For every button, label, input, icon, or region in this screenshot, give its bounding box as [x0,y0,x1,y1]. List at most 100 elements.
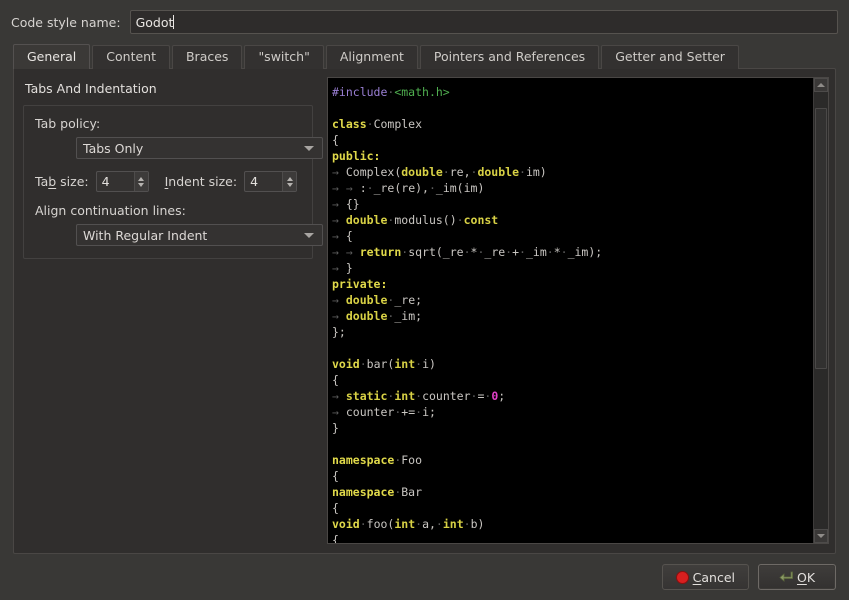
code-style-name-input[interactable]: Godot [130,10,838,34]
indent-size-spinbox[interactable]: 4 [244,171,297,192]
code-token: { [332,133,339,147]
code-token: _re(re), [374,181,429,195]
code-preview: #include·<math.h> class·Complex{public:→… [327,77,829,544]
scroll-up-button[interactable] [814,78,828,92]
ok-button[interactable]: OK [758,564,836,590]
scroll-down-button[interactable] [814,529,828,543]
code-token: + [512,245,519,259]
code-token: i) [422,357,436,371]
tab-size-spinbox[interactable]: 4 [96,171,149,192]
code-token: · [464,245,471,259]
code-token: bar( [367,357,395,371]
triangle-up-icon [817,83,825,87]
tab-getter-and-setter[interactable]: Getter and Setter [601,45,739,69]
code-token: } [332,421,339,435]
tab-alignment[interactable]: Alignment [326,45,418,69]
code-token: } [346,261,353,275]
code-token: return [360,245,402,259]
tab-label: "switch" [258,51,309,64]
tab-content[interactable]: Content [92,45,170,69]
code-line: #include·<math.h> [332,84,813,100]
code-token: { [332,533,339,543]
code-token: · [367,117,374,131]
stepper-up-icon[interactable] [138,177,144,181]
code-token: double [346,309,388,323]
code-token: im) [526,165,547,179]
code-token: b) [471,517,485,531]
code-line [332,100,813,116]
code-token: · [360,357,367,371]
code-token: <math.h> [394,85,449,99]
code-token: · [547,245,554,259]
code-token: → [332,213,346,227]
code-line: → static·int·counter·=·0; [332,388,813,404]
stepper-up-icon[interactable] [287,177,293,181]
code-line: → → return·sqrt(_re·*·_re·+·_im·*·_im); [332,244,813,260]
stepper-down-icon[interactable] [138,183,144,187]
code-token: · [429,181,436,195]
tab-braces[interactable]: Braces [172,45,242,69]
code-token: _re [484,245,505,259]
code-line: { [332,500,813,516]
code-token: → [332,261,346,275]
dialog-button-bar: Cancel OK [0,554,849,600]
code-token: → [332,229,346,243]
code-line: private: [332,276,813,292]
code-token: modulus() [394,213,456,227]
code-token: _im; [394,309,422,323]
code-token: int [443,517,464,531]
code-token: · [519,165,526,179]
tab-policy-combobox[interactable]: Tabs Only [76,137,323,159]
code-token: a, [422,517,436,531]
tab-size-stepper[interactable] [134,172,148,191]
code-token: Foo [401,453,422,467]
code-line: { [332,132,813,148]
tab-label: Content [106,51,156,64]
code-token: double [477,165,519,179]
tab-label: Braces [186,51,228,64]
code-line: namespace·Foo [332,452,813,468]
group-title: Tabs And Indentation [25,81,313,96]
code-token: * [554,245,561,259]
tab-general[interactable]: General [13,44,90,69]
code-token: double [346,213,388,227]
scrollbar-thumb[interactable] [815,108,827,369]
code-token: void [332,517,360,531]
code-line: → double·modulus()·const [332,212,813,228]
code-token: · [519,245,526,259]
size-row: Tab size: 4 Indent size: 4 [35,171,303,192]
tab-policy-value: Tabs Only [83,141,304,156]
code-token: namespace [332,453,394,467]
code-line: class·Complex [332,116,813,132]
code-token: · [367,181,374,195]
code-preview-text[interactable]: #include·<math.h> class·Complex{public:→… [328,78,813,543]
code-token: { [346,229,353,243]
text-caret [173,15,174,29]
code-line: void·foo(int·a,·int·b) [332,516,813,532]
code-line [332,340,813,356]
code-token: { [332,373,339,387]
align-continuation-label: Align continuation lines: [35,203,303,218]
code-line: → → :·_re(re),·_im(im) [332,180,813,196]
code-token: foo( [367,517,395,531]
indent-size-stepper[interactable] [282,172,296,191]
code-preview-scrollbar[interactable] [813,78,828,543]
code-line: { [332,468,813,484]
code-token: #include [332,85,387,99]
cancel-button[interactable]: Cancel [662,564,749,590]
chevron-down-icon [304,233,314,238]
stepper-down-icon[interactable] [287,183,293,187]
align-continuation-combobox[interactable]: With Regular Indent [76,224,323,246]
code-token: · [457,213,464,227]
code-token: · [360,517,367,531]
tab-label: Alignment [340,51,404,64]
code-token: · [443,165,450,179]
tab-pointers-and-references[interactable]: Pointers and References [420,45,599,69]
code-token: public: [332,149,380,163]
stop-icon [676,571,689,584]
indent-size-value: 4 [245,172,282,191]
tab-switch[interactable]: "switch" [244,45,323,69]
chevron-down-icon [304,146,314,151]
cancel-button-label: Cancel [693,570,735,585]
code-token: }; [332,325,346,339]
